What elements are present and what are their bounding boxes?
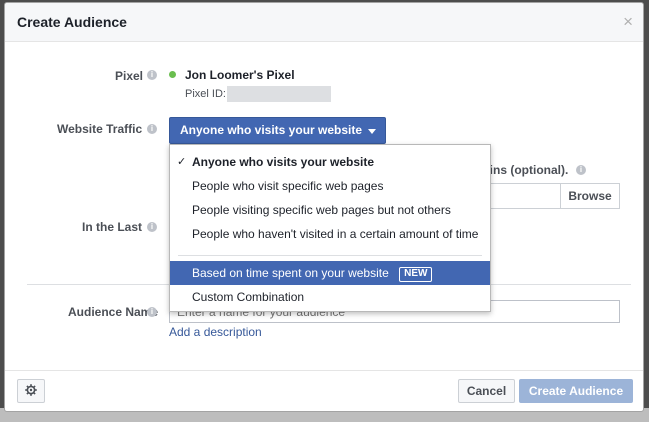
- settings-button[interactable]: [17, 379, 45, 403]
- menu-item-label: People visiting specific web pages but n…: [192, 203, 451, 217]
- pixel-id-value: [227, 86, 331, 102]
- menu-item-label: People who visit specific web pages: [192, 179, 384, 193]
- website-traffic-menu: ✓ Anyone who visits your website People …: [169, 144, 491, 312]
- pixel-status-icon: [169, 71, 176, 78]
- website-traffic-selected: Anyone who visits your website: [180, 123, 363, 137]
- domains-label: ains (optional).: [483, 163, 569, 177]
- info-icon[interactable]: i: [147, 70, 157, 80]
- pixel-name: Jon Loomer's Pixel: [185, 68, 295, 82]
- browse-button[interactable]: Browse: [560, 184, 619, 208]
- gear-icon: [25, 384, 37, 396]
- pixel-label: Pixel: [115, 69, 144, 83]
- create-audience-button[interactable]: Create Audience: [519, 379, 633, 403]
- cancel-button[interactable]: Cancel: [458, 379, 515, 403]
- menu-item-label: People who haven't visited in a certain …: [192, 227, 479, 241]
- footer-divider: [5, 370, 643, 371]
- dialog-title: Create Audience: [17, 14, 127, 30]
- info-icon[interactable]: i: [576, 165, 586, 175]
- menu-item-specific-pages[interactable]: People who visit specific web pages: [170, 174, 490, 198]
- audience-name-label: Audience Name: [68, 305, 159, 319]
- new-badge: NEW: [399, 267, 433, 282]
- in-the-last-label: In the Last: [82, 220, 143, 234]
- menu-item-not-visited[interactable]: People who haven't visited in a certain …: [170, 222, 490, 246]
- add-description-link[interactable]: Add a description: [169, 325, 262, 339]
- info-icon[interactable]: i: [147, 124, 157, 134]
- website-traffic-dropdown[interactable]: Anyone who visits your website: [169, 117, 386, 144]
- checkmark-icon: ✓: [177, 156, 187, 168]
- menu-item-specific-but-not-others[interactable]: People visiting specific web pages but n…: [170, 198, 490, 222]
- close-icon[interactable]: ×: [623, 12, 633, 32]
- pixel-id-label: Pixel ID:: [185, 88, 226, 100]
- menu-item-anyone[interactable]: ✓ Anyone who visits your website: [170, 150, 490, 174]
- domains-input[interactable]: Browse: [481, 183, 620, 209]
- menu-item-custom-combination[interactable]: Custom Combination: [170, 285, 490, 309]
- caret-down-icon: [368, 129, 376, 134]
- create-audience-dialog: Create Audience × Pixel i Jon Loomer's P…: [4, 2, 644, 412]
- menu-item-label: Anyone who visits your website: [192, 155, 375, 169]
- info-icon[interactable]: i: [147, 307, 157, 317]
- info-icon[interactable]: i: [147, 222, 157, 232]
- menu-separator: [178, 255, 482, 256]
- menu-item-label: Custom Combination: [192, 290, 305, 304]
- menu-item-label: Based on time spent on your website: [192, 266, 389, 280]
- menu-item-time-spent[interactable]: Based on time spent on your website NEW: [170, 261, 490, 285]
- website-traffic-label: Website Traffic: [57, 122, 143, 136]
- dialog-header: Create Audience ×: [5, 3, 643, 42]
